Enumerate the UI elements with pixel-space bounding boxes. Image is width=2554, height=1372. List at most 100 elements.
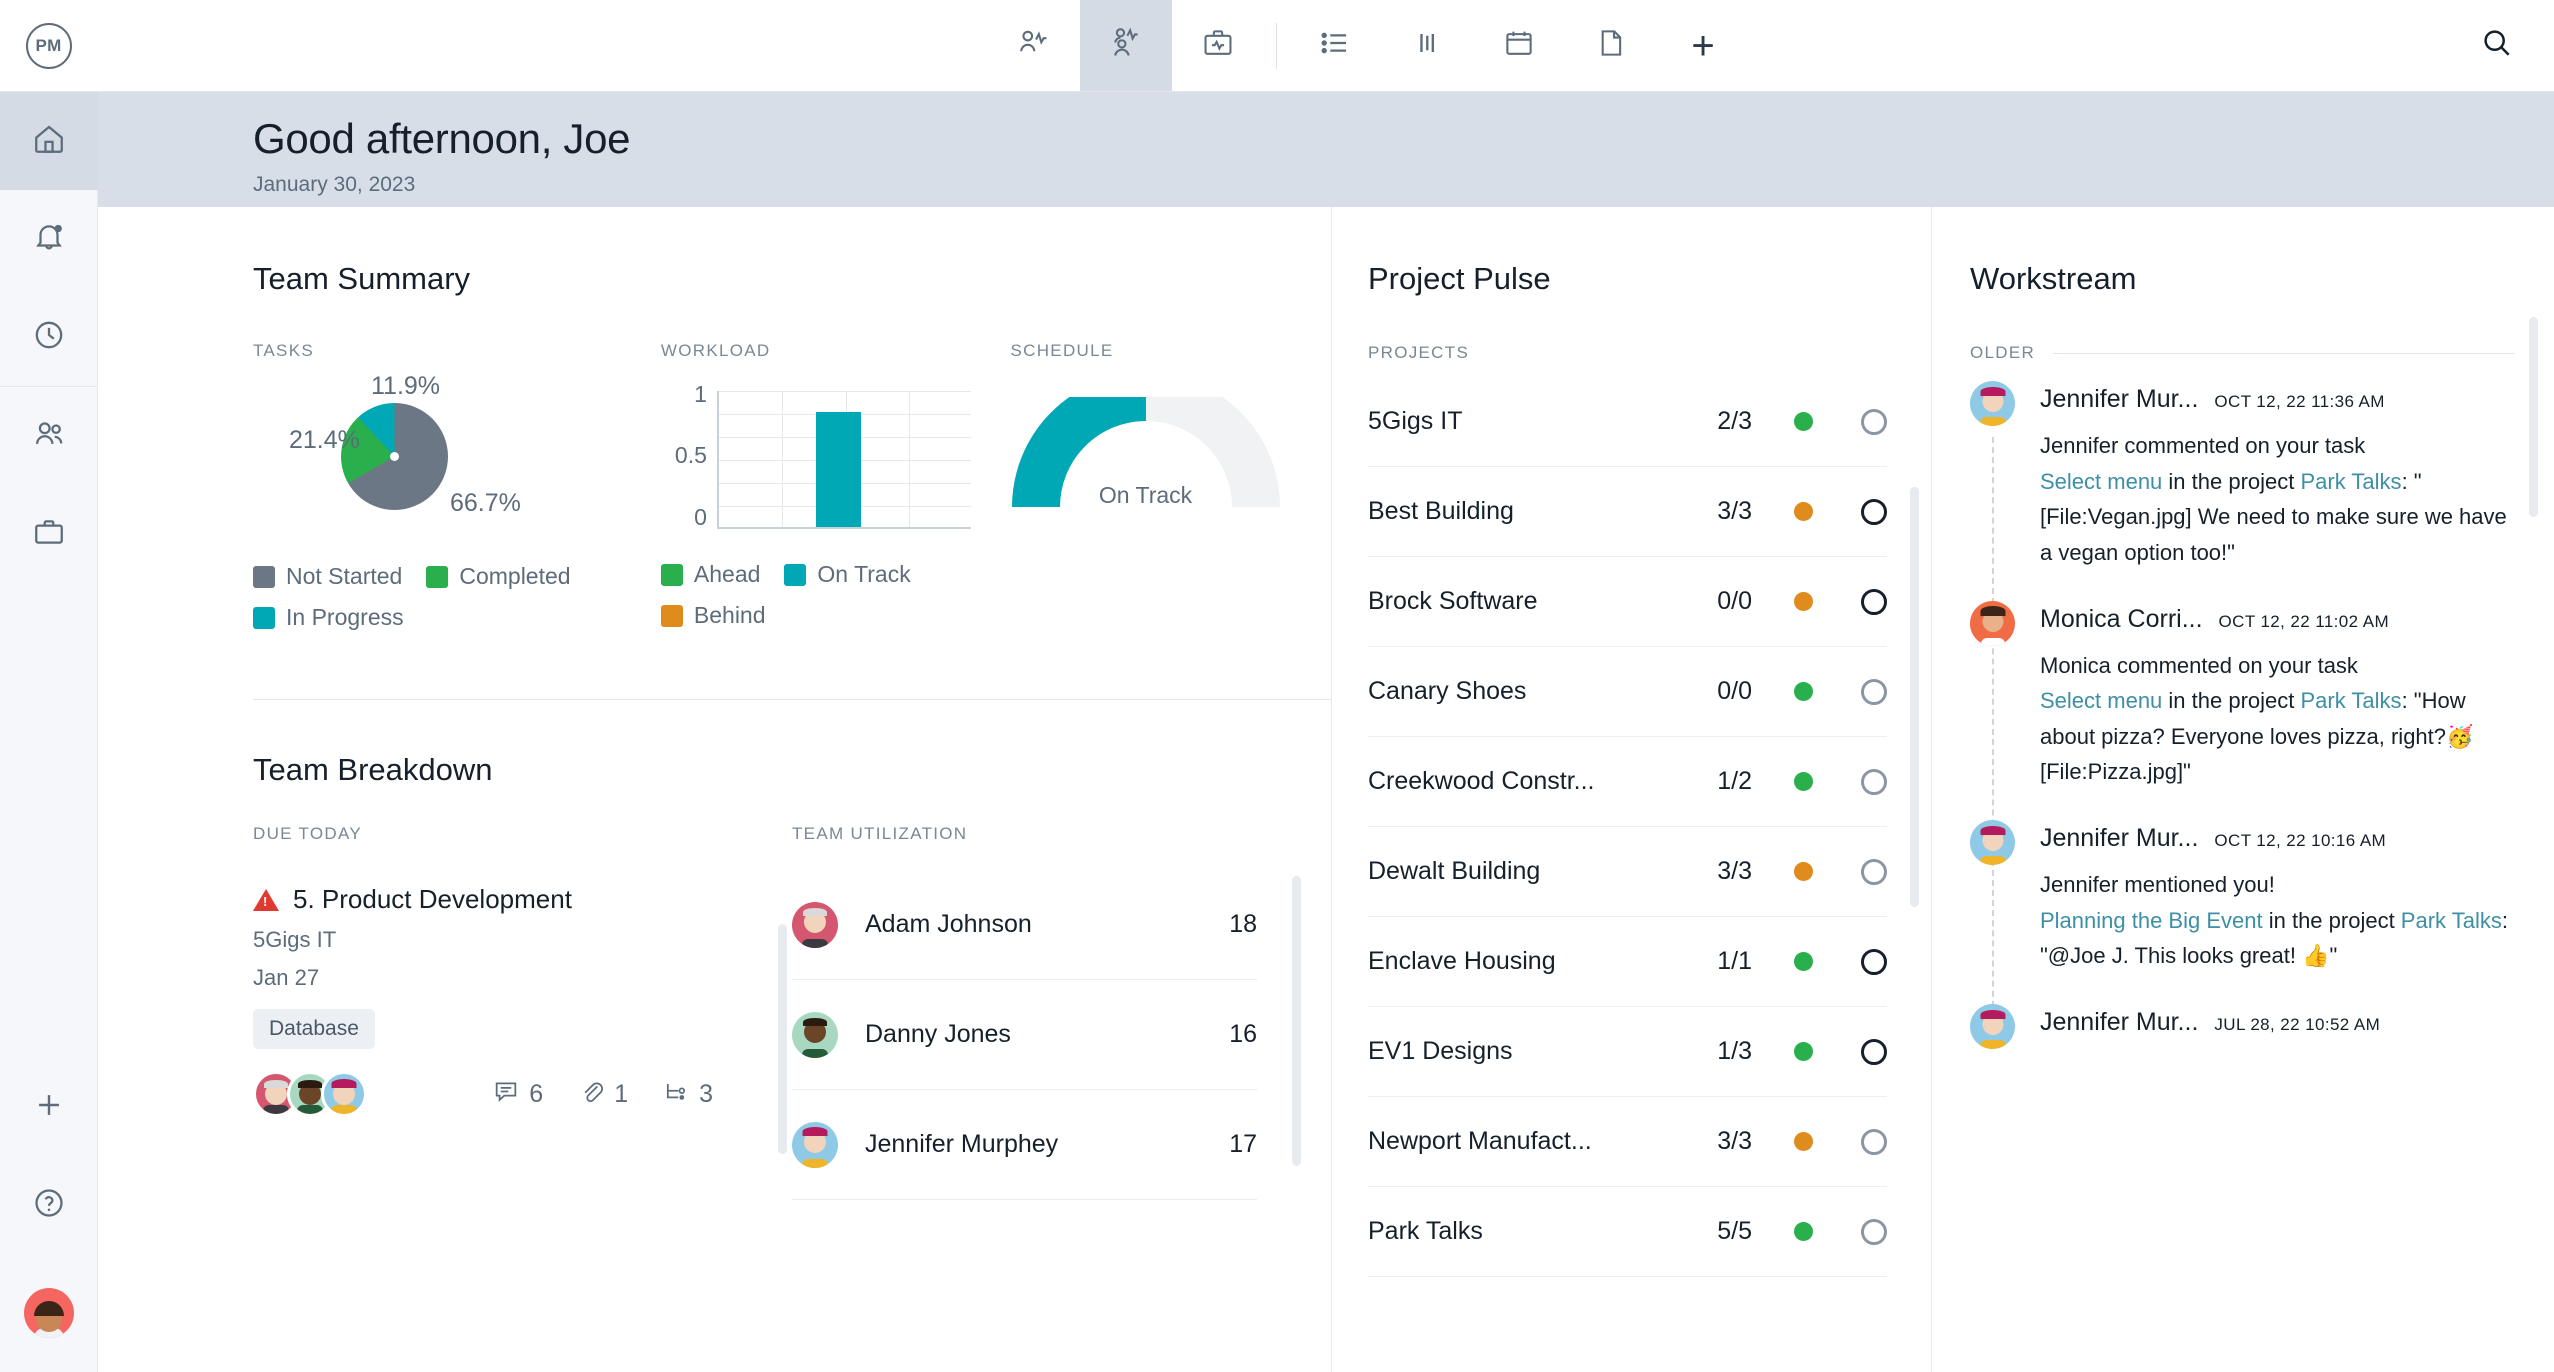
sidebar-item-notifications[interactable] xyxy=(0,190,98,288)
task-due-date: Jan 27 xyxy=(253,965,320,990)
briefcase-icon xyxy=(32,515,66,554)
table-row[interactable]: Dewalt Building 3/3 xyxy=(1368,827,1887,917)
table-row[interactable]: Best Building 3/3 xyxy=(1368,467,1887,557)
sidebar-item-team[interactable] xyxy=(0,387,98,485)
help-icon xyxy=(32,1186,66,1225)
tab-my-work[interactable] xyxy=(1080,0,1172,91)
utilization-list: Adam Johnson 18 Danny Jones 16 Jennifer … xyxy=(792,870,1257,1200)
workstream-scrollbar[interactable] xyxy=(2529,317,2538,517)
toolbar-icon-group: + xyxy=(988,0,1749,91)
attachments-meta[interactable]: 1 xyxy=(577,1077,628,1112)
gantt-view-icon xyxy=(1409,25,1445,66)
legend-swatch xyxy=(784,563,807,586)
item-body: Monica commented on your task Select men… xyxy=(2040,648,2514,791)
comments-meta[interactable]: 6 xyxy=(492,1077,543,1112)
avatar xyxy=(321,1071,367,1117)
tab-page-view[interactable] xyxy=(1565,0,1657,91)
plus-icon xyxy=(32,1088,66,1127)
member-hours: 18 xyxy=(1229,910,1257,938)
activity-mid: in the project xyxy=(2162,468,2301,494)
tab-team-activity[interactable] xyxy=(988,0,1080,91)
table-row[interactable]: Enclave Housing 1/1 xyxy=(1368,917,1887,1007)
legend-label: On Track xyxy=(817,561,911,587)
list-item[interactable]: Jennifer Murphey 17 xyxy=(792,1090,1257,1200)
pie-label-not-started: 66.7% xyxy=(450,489,521,517)
help-button[interactable] xyxy=(0,1156,98,1254)
item-header: Jennifer Mur... JUL 28, 22 10:52 AM xyxy=(2040,1008,2514,1037)
project-link[interactable]: Park Talks xyxy=(2300,688,2401,713)
list-item[interactable]: Monica Corri... OCT 12, 22 11:02 AM Moni… xyxy=(1970,600,2514,791)
progress-ring xyxy=(1861,498,1887,525)
assignee-avatars[interactable] xyxy=(253,1071,367,1117)
legend-swatch xyxy=(253,606,275,629)
legend-item: On Track xyxy=(784,561,911,588)
people-group-icon xyxy=(1108,25,1144,66)
due-today-scrollbar[interactable] xyxy=(778,924,787,1154)
legend-item: Not Started xyxy=(253,563,402,590)
project-count: 1/3 xyxy=(1717,1037,1752,1065)
project-link[interactable]: Park Talks xyxy=(2401,908,2502,933)
list-item[interactable]: Jennifer Mur... OCT 12, 22 10:16 AM Jenn… xyxy=(1970,820,2514,974)
project-link[interactable]: Park Talks xyxy=(2300,469,2401,494)
search-icon[interactable] xyxy=(2478,24,2516,67)
projects-kicker: PROJECTS xyxy=(1368,343,1470,362)
sidebar-item-home[interactable] xyxy=(0,92,98,190)
project-count: 0/0 xyxy=(1717,677,1752,705)
subtasks-count: 3 xyxy=(699,1079,713,1108)
task-link[interactable]: Select menu xyxy=(2040,688,2162,713)
summary-charts: TASKS 11.9% 21.4% 66.7% Not Started Comp… xyxy=(253,341,1331,645)
status-badge xyxy=(1794,682,1813,701)
activity-lead: Monica commented on your task xyxy=(2040,652,2358,678)
status-badge xyxy=(1794,412,1813,431)
table-row[interactable]: Canary Shoes 0/0 xyxy=(1368,647,1887,737)
clock-icon xyxy=(32,318,66,357)
app-logo[interactable]: PM xyxy=(0,0,98,92)
user-avatar-button[interactable] xyxy=(0,1254,98,1372)
people-icon xyxy=(32,417,66,456)
bell-icon xyxy=(32,220,66,259)
item-body: Jennifer mentioned you! Planning the Big… xyxy=(2040,867,2514,974)
task-tag[interactable]: Database xyxy=(253,1009,375,1049)
project-name: Newport Manufact... xyxy=(1368,1127,1592,1155)
pie-label-completed: 21.4% xyxy=(289,426,360,454)
tasks-pie-chart: 11.9% 21.4% 66.7% xyxy=(253,372,661,535)
tab-portfolio[interactable] xyxy=(1172,0,1264,91)
tab-calendar-view[interactable] xyxy=(1473,0,1565,91)
table-row[interactable]: EV1 Designs 1/3 xyxy=(1368,1007,1887,1097)
task-link[interactable]: Select menu xyxy=(2040,469,2162,494)
task-card[interactable]: 5. Product Development 5Gigs IT Jan 27 D… xyxy=(253,884,733,1117)
table-row[interactable]: 5Gigs IT 2/3 xyxy=(1368,377,1887,467)
sidebar-item-projects[interactable] xyxy=(0,485,98,583)
add-new-button[interactable] xyxy=(0,1058,98,1156)
attachment-icon xyxy=(577,1077,614,1112)
list-item[interactable]: Jennifer Mur... OCT 12, 22 11:36 AM Jenn… xyxy=(1970,381,2514,571)
greeting-banner: Good afternoon, Joe January 30, 2023 xyxy=(98,92,2554,207)
project-count: 3/3 xyxy=(1717,497,1752,525)
list-item[interactable]: Danny Jones 16 xyxy=(792,980,1257,1090)
table-row[interactable]: Park Talks 5/5 xyxy=(1368,1187,1887,1277)
subtasks-meta[interactable]: 3 xyxy=(662,1077,713,1112)
avatar xyxy=(1970,820,2015,865)
table-row[interactable]: Creekwood Constr... 1/2 xyxy=(1368,737,1887,827)
table-row[interactable]: Brock Software 0/0 xyxy=(1368,557,1887,647)
add-tab-button[interactable]: + xyxy=(1657,0,1749,91)
table-row[interactable]: Newport Manufact... 3/3 xyxy=(1368,1097,1887,1187)
utilization-scrollbar[interactable] xyxy=(1292,876,1301,1166)
people-activity-icon xyxy=(1016,25,1052,66)
task-project: 5Gigs IT xyxy=(253,927,337,952)
y-tick: 1 xyxy=(694,381,707,407)
legend-swatch xyxy=(253,565,275,588)
activity-lead: Jennifer commented on your task xyxy=(2040,433,2366,458)
project-pulse-scrollbar[interactable] xyxy=(1910,487,1919,907)
tab-gantt-view[interactable] xyxy=(1381,0,1473,91)
column-workstream: Workstream OLDER Jennifer Mur... OCT 12,… xyxy=(1931,207,2554,1372)
list-item[interactable]: Jennifer Mur... JUL 28, 22 10:52 AM xyxy=(1970,1003,2514,1049)
tab-list-view[interactable] xyxy=(1289,0,1381,91)
task-link[interactable]: Planning the Big Event xyxy=(2040,908,2263,933)
workload-kicker: WORKLOAD xyxy=(660,341,771,360)
page-title: Good afternoon, Joe xyxy=(253,115,631,162)
progress-ring xyxy=(1861,858,1887,885)
list-item[interactable]: Adam Johnson 18 xyxy=(792,870,1257,980)
sidebar-item-timesheets[interactable] xyxy=(0,288,98,386)
project-name: EV1 Designs xyxy=(1368,1037,1513,1065)
